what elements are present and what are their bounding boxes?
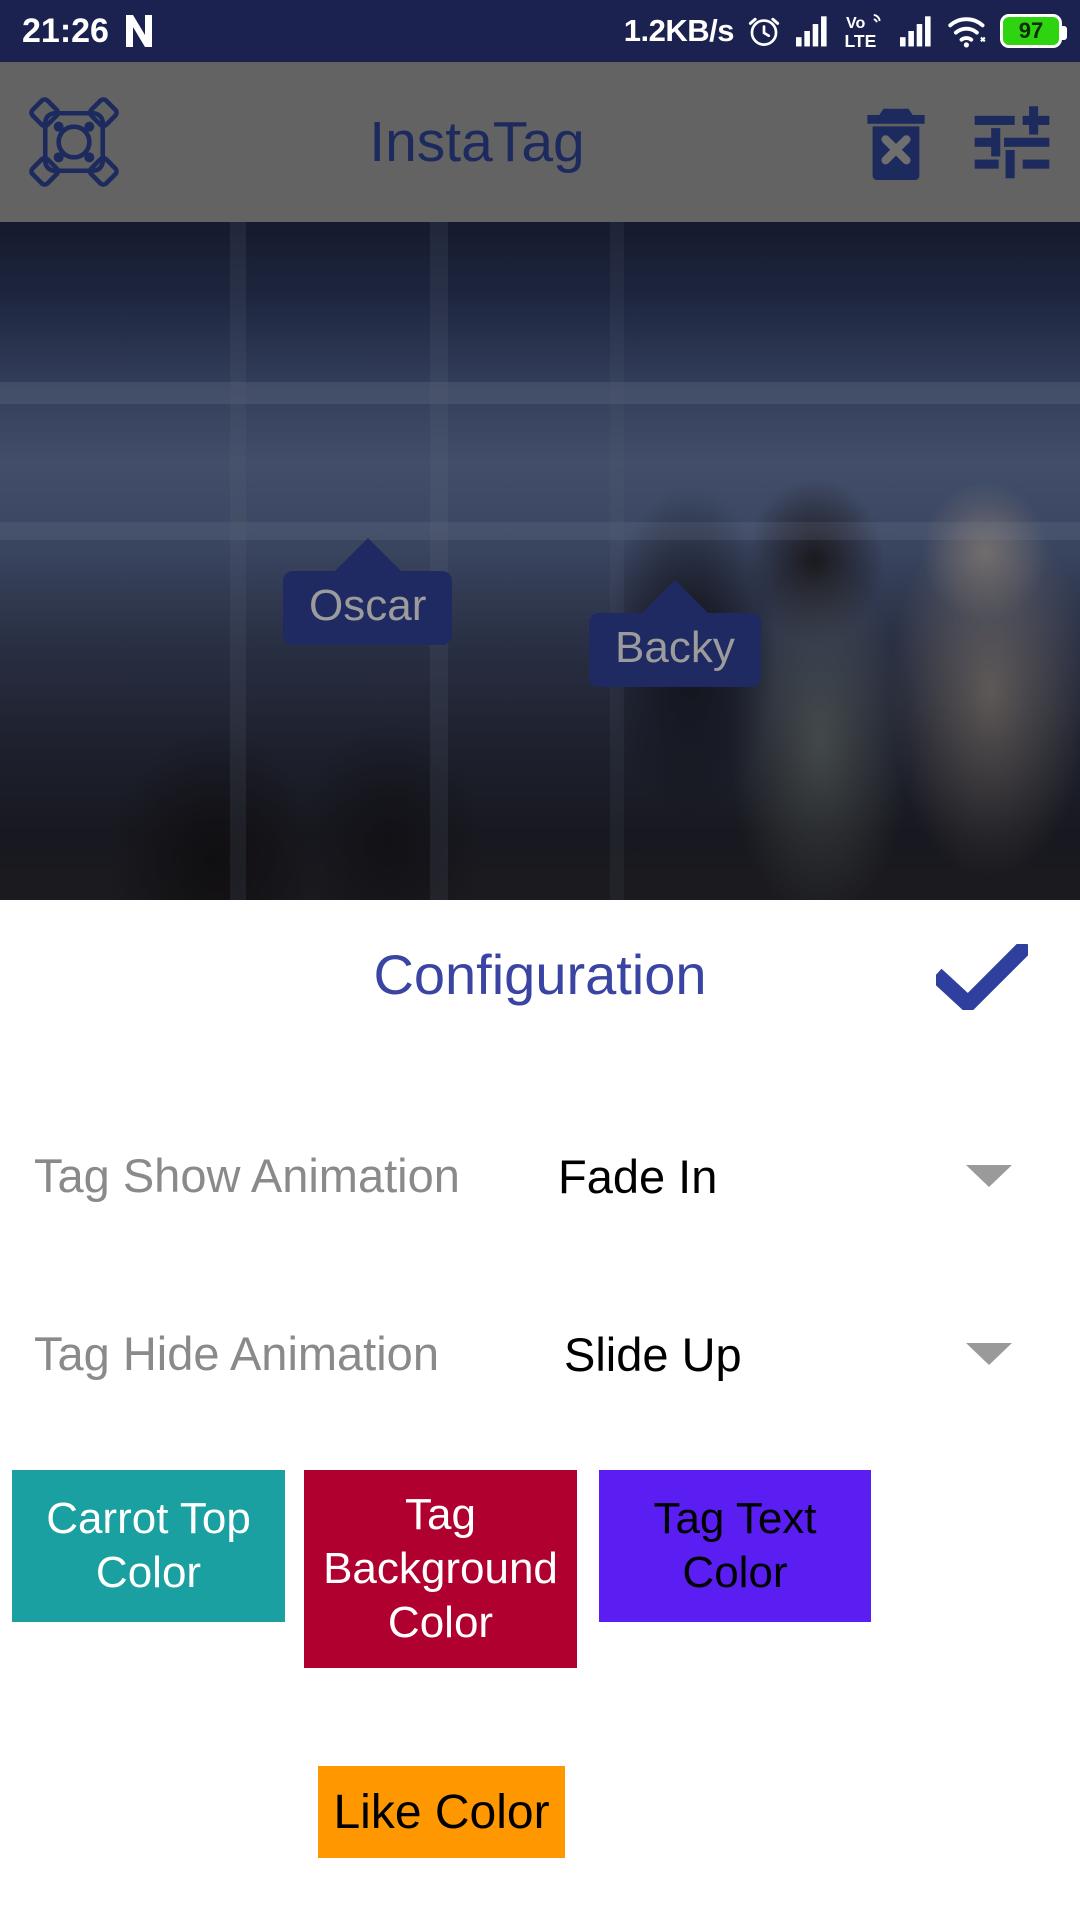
tag-carrot-top-icon: [640, 580, 709, 614]
configuration-title: Configuration: [373, 943, 707, 1006]
tag-hide-animation-value[interactable]: Slide Up: [564, 1331, 966, 1378]
battery-percent-label: 97: [1018, 18, 1044, 43]
tag-label: Backy: [589, 613, 761, 688]
app-bar: InstaTag: [0, 62, 1080, 222]
page-title: InstaTag: [369, 109, 585, 174]
tag-carrot-top-icon: [333, 538, 402, 572]
tag-text-color-button[interactable]: Tag Text Color: [599, 1470, 871, 1622]
volte-icon: Vo LTE: [845, 13, 881, 50]
status-bar-right: 1.2KB/s Vo LTE 97: [623, 12, 1067, 50]
chevron-down-icon[interactable]: [966, 1165, 1012, 1187]
sliders-settings-icon[interactable]: [972, 104, 1052, 180]
svg-text:LTE: LTE: [845, 31, 877, 50]
color-buttons-grid: Carrot Top Color Tag Background Color Ta…: [0, 1470, 1080, 1720]
tag-show-animation-label: Tag Show Animation: [34, 1148, 460, 1202]
network-speed-label: 1.2KB/s: [623, 13, 735, 48]
signal-bars-icon: [900, 16, 931, 47]
configuration-panel: Configuration Tag Show Animation Fade In…: [0, 900, 1080, 1920]
status-bar-clock: 21:26: [22, 12, 109, 50]
like-color-button[interactable]: Like Color: [318, 1766, 565, 1858]
tag-hide-animation-label: Tag Hide Animation: [34, 1326, 439, 1380]
netflix-n-icon: [125, 15, 152, 47]
wifi-icon: [948, 17, 986, 48]
tag-hide-animation-row[interactable]: Tag Hide Animation Slide Up: [0, 1294, 1080, 1414]
signal-bars-icon: [796, 16, 827, 47]
alarm-clock-icon: [748, 17, 780, 46]
status-bar: 21:26 1.2KB/s Vo LTE 97: [0, 0, 1080, 62]
status-bar-left: 21:26: [22, 14, 155, 48]
chevron-down-icon[interactable]: [966, 1343, 1012, 1365]
tag-label: Oscar: [283, 571, 453, 646]
photo-tag[interactable]: Backy: [589, 580, 761, 688]
tagged-photo[interactable]: Oscar Backy: [0, 222, 1080, 900]
app-bar-actions: [862, 103, 1052, 181]
tag-show-animation-row[interactable]: Tag Show Animation Fade In: [0, 1086, 1080, 1266]
battery-indicator: 97: [1000, 14, 1067, 48]
configuration-header: Configuration: [0, 900, 1080, 1050]
tag-show-animation-value[interactable]: Fade In: [464, 1153, 966, 1200]
carrot-top-color-button[interactable]: Carrot Top Color: [12, 1470, 285, 1622]
photo-overlay-tint: [0, 222, 1080, 900]
like-color-row: Like Color: [0, 1766, 1080, 1876]
svg-text:Vo: Vo: [846, 14, 866, 32]
checkmark-icon[interactable]: [936, 944, 1028, 1010]
trash-delete-icon[interactable]: [862, 103, 930, 181]
photo-tag[interactable]: Oscar: [283, 538, 453, 646]
tag-background-color-button[interactable]: Tag Background Color: [304, 1470, 577, 1668]
